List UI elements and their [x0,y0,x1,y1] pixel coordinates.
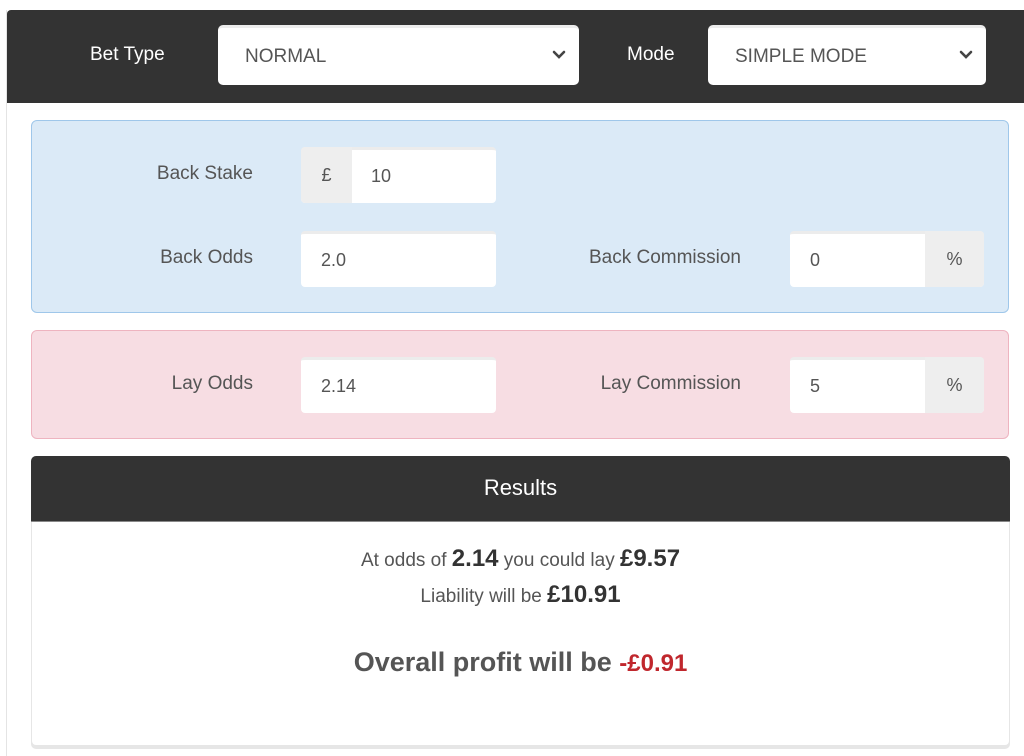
lay-odds-value: 2.14 [321,376,357,396]
back-odds-label: Back Odds [160,247,253,268]
lay-odds-label: Lay Odds [171,373,253,394]
back-odds-input[interactable]: 2.0 [301,231,496,287]
header-bar: Bet Type NORMAL Mode SIMPLE MODE [7,10,1024,103]
lay-bet-panel: Lay Odds 2.14 Lay Commission 5 % [31,330,1009,439]
profit-line: Overall profit will be -£0.91 [32,647,1009,678]
mode-label: Mode [627,44,675,65]
chevron-down-icon [959,50,973,59]
lay-stake-text: At odds of [360,550,452,571]
lay-odds-input[interactable]: 2.14 [301,357,496,413]
lay-commission-value: 5 [810,376,821,396]
calculator-page: Bet Type NORMAL Mode SIMPLE MODE Back St… [6,10,1024,756]
mode-value: SIMPLE MODE [735,45,867,67]
lay-stake-line: At odds of 2.14 you could lay £9.57 [32,545,1009,573]
chevron-down-icon [552,50,566,59]
back-commission-input[interactable]: 0 % [790,231,984,287]
back-stake-label: Back Stake [156,163,253,184]
pound-prefix: £ [301,147,352,203]
liability-line: Liability will be £10.91 [32,581,1009,609]
bet-type-select[interactable]: NORMAL [218,25,579,85]
results-panel: Results At odds of 2.14 you could lay £9… [31,456,1010,746]
back-odds-value: 2.0 [321,250,347,270]
lay-stake-result: £9.57 [619,545,681,572]
lay-odds-result: 2.14 [451,545,499,572]
profit-result: -£0.91 [619,650,688,677]
back-commission-value: 0 [810,250,821,270]
mode-select[interactable]: SIMPLE MODE [708,25,986,85]
bet-type-label: Bet Type [90,44,165,65]
results-title: Results [31,456,1010,522]
back-bet-panel: Back Stake £ 10 Back Odds 2.0 Back Commi… [31,120,1009,313]
percent-suffix: % [925,231,984,287]
lay-stake-text: you could lay [498,550,620,571]
back-commission-label: Back Commission [588,247,741,268]
liability-text: Liability will be [420,586,548,607]
profit-text: Overall profit will be [353,647,620,677]
lay-commission-label: Lay Commission [600,373,741,394]
bet-type-value: NORMAL [245,45,327,67]
percent-suffix: % [925,357,984,413]
lay-commission-input[interactable]: 5 % [790,357,984,413]
liability-result: £10.91 [547,581,621,608]
back-stake-input[interactable]: £ 10 [301,147,496,203]
